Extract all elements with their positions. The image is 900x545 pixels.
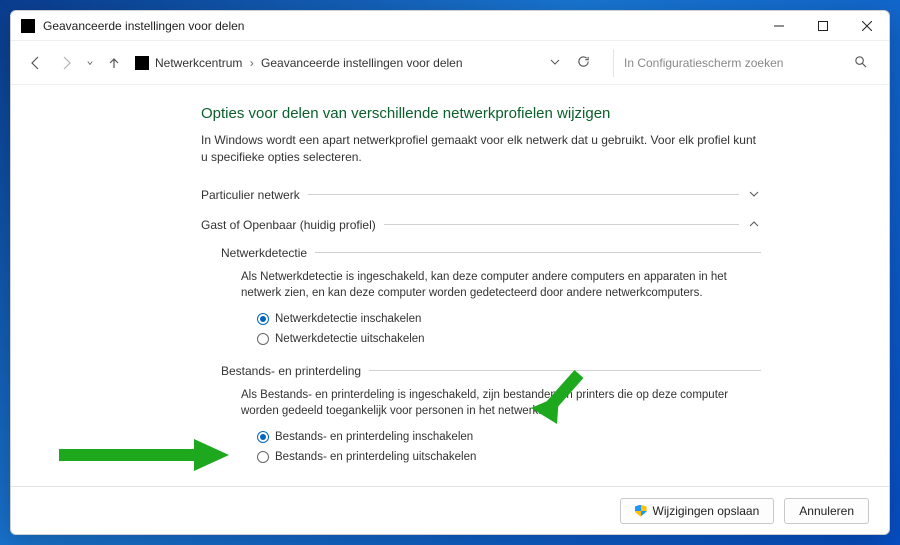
network-discovery-off-radio[interactable]: Netwerkdetectie uitschakelen <box>257 329 761 349</box>
window-title: Geavanceerde instellingen voor delen <box>43 19 757 33</box>
search-icon <box>854 55 867 71</box>
navbar: Netwerkcentrum › Geavanceerde instelling… <box>11 41 889 85</box>
refresh-button[interactable] <box>575 55 591 71</box>
content-area: Opties voor delen van verschillende netw… <box>11 85 889 486</box>
profile-guest-expander[interactable]: Gast of Openbaar (huidig profiel) <box>201 213 761 237</box>
chevron-right-icon: › <box>250 56 254 70</box>
chevron-down-icon <box>767 484 781 486</box>
app-icon <box>21 19 35 33</box>
search-input[interactable]: In Configuratiescherm zoeken <box>613 49 873 77</box>
back-button[interactable] <box>27 54 45 72</box>
breadcrumb-advanced-sharing[interactable]: Geavanceerde instellingen voor delen <box>261 56 462 70</box>
titlebar: Geavanceerde instellingen voor delen <box>11 11 889 41</box>
file-sharing-header: Bestands- en printerdeling <box>221 361 761 381</box>
file-sharing-on-radio[interactable]: Bestands- en printerdeling inschakelen <box>257 427 761 447</box>
chevron-up-icon <box>747 218 761 232</box>
page-intro: In Windows wordt een apart netwerkprofie… <box>201 132 761 167</box>
profile-guest-label: Gast of Openbaar (huidig profiel) <box>201 218 376 232</box>
network-discovery-desc: Als Netwerkdetectie is ingeschakeld, kan… <box>241 269 761 301</box>
profile-private-expander[interactable]: Particulier netwerk <box>201 183 761 207</box>
network-discovery-header: Netwerkdetectie <box>221 243 761 263</box>
file-sharing-desc: Als Bestands- en printerdeling is ingesc… <box>241 387 761 419</box>
cancel-button[interactable]: Annuleren <box>784 498 869 524</box>
minimize-button[interactable] <box>757 11 801 41</box>
location-icon <box>135 56 149 70</box>
profile-private-label: Particulier netwerk <box>201 188 300 202</box>
shield-icon <box>635 505 647 517</box>
address-dropdown[interactable] <box>547 56 563 70</box>
profile-all-label: Alle netwerken <box>201 484 280 486</box>
profile-all-expander[interactable]: Alle netwerken <box>201 479 781 486</box>
control-panel-window: Geavanceerde instellingen voor delen <box>10 10 890 535</box>
save-button[interactable]: Wijzigingen opslaan <box>620 498 775 524</box>
close-button[interactable] <box>845 11 889 41</box>
recent-dropdown[interactable] <box>87 54 93 72</box>
address-bar[interactable]: Netwerkcentrum › Geavanceerde instelling… <box>135 55 601 71</box>
breadcrumb-network-center[interactable]: Netwerkcentrum <box>155 56 242 70</box>
up-button[interactable] <box>105 54 123 72</box>
chevron-down-icon <box>747 188 761 202</box>
file-sharing-off-radio[interactable]: Bestands- en printerdeling uitschakelen <box>257 447 761 467</box>
maximize-button[interactable] <box>801 11 845 41</box>
search-placeholder: In Configuratiescherm zoeken <box>624 56 783 70</box>
footer: Wijzigingen opslaan Annuleren <box>11 486 889 534</box>
forward-button[interactable] <box>57 54 75 72</box>
network-discovery-on-radio[interactable]: Netwerkdetectie inschakelen <box>257 309 761 329</box>
page-heading: Opties voor delen van verschillende netw… <box>201 105 761 122</box>
